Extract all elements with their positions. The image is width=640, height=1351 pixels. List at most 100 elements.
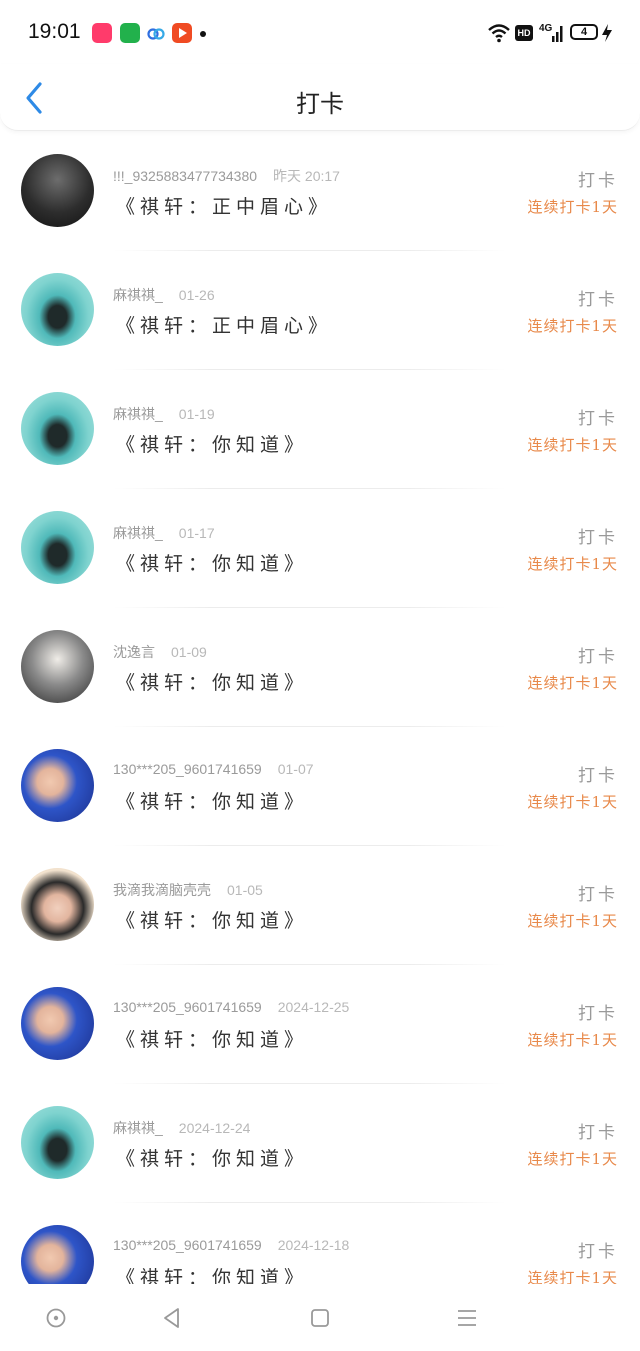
- signal-icon: [552, 26, 563, 42]
- streak-text: 连续打卡1天: [527, 198, 618, 216]
- wechat-pay-icon: [120, 23, 140, 43]
- user-name[interactable]: 沈逸言 01-09: [113, 642, 207, 662]
- checkin-label: 打卡: [578, 885, 618, 905]
- streak-text: 连续打卡1天: [527, 436, 618, 454]
- avatar[interactable]: [21, 1106, 94, 1179]
- avatar[interactable]: [21, 630, 94, 703]
- checkin-row[interactable]: 沈逸言 01-09 《祺轩：你知道》 打卡 连续打卡1天: [0, 608, 640, 727]
- checkin-row[interactable]: 麻祺祺_ 2024-12-24 《祺轩：你知道》 打卡连续打卡1天: [0, 1084, 640, 1203]
- checkin-date: 2024-12-25: [277, 999, 350, 1015]
- checkin-row[interactable]: 麻祺祺_ 01-26 《祺轩：正中眉心》 打卡连续打卡1天: [0, 251, 640, 370]
- checkin-date: 01-19: [178, 406, 215, 422]
- checkin-row[interactable]: 130***205_9601741659 2024-12-18 《祺轩：你知道》 打卡…: [0, 1203, 640, 1284]
- checkin-row[interactable]: 麻祺祺_ 01-17 《祺轩：你知道》 打卡连续打卡1天: [0, 489, 640, 608]
- streak-text: 连续打卡1天: [527, 317, 618, 335]
- user-name-text: 麻祺祺_: [113, 1120, 163, 1136]
- top-nav: 打卡: [0, 64, 640, 131]
- checkin-label: 打卡: [578, 1004, 618, 1024]
- checkin-content: 《祺轩：你知道》: [116, 791, 309, 813]
- wifi-icon: [488, 24, 510, 43]
- checkin-row[interactable]: !!!_9325883477734380 昨天 20:17 《祺轩：正中眉心》 打卡连…: [0, 132, 640, 251]
- system-nav-bar: [0, 1284, 640, 1351]
- avatar[interactable]: [21, 868, 94, 941]
- checkin-label: 打卡: [578, 171, 618, 191]
- checkin-date: 2024-12-24: [178, 1120, 251, 1136]
- user-name[interactable]: 麻祺祺_ 01-26: [113, 285, 215, 305]
- checkin-label: 打卡: [578, 528, 618, 548]
- assistant-icon[interactable]: [44, 1306, 68, 1330]
- avatar[interactable]: [21, 749, 94, 822]
- network-type: 4G: [539, 23, 553, 34]
- checkin-content: 《祺轩：你知道》: [116, 1029, 309, 1051]
- checkin-content: 《祺轩：你知道》: [116, 1267, 309, 1284]
- avatar[interactable]: [21, 987, 94, 1060]
- checkin-content: 《祺轩：你知道》: [116, 910, 309, 932]
- avatar[interactable]: [21, 273, 94, 346]
- checkin-date: 01-05: [227, 882, 263, 898]
- user-name-text: 130***205_9601741659: [113, 1237, 262, 1253]
- checkin-label: 打卡: [578, 1242, 618, 1262]
- user-name[interactable]: 麻祺祺_ 01-19: [113, 404, 215, 424]
- status-time: 19:01: [28, 20, 81, 43]
- avatar[interactable]: [21, 511, 94, 584]
- checkin-date: 昨天 20:17: [273, 168, 340, 184]
- avatar[interactable]: [21, 1225, 94, 1284]
- user-name-text: 我滴我滴脑壳壳: [113, 882, 211, 898]
- battery-icon: 4: [570, 24, 598, 40]
- checkin-content: 《祺轩：你知道》: [116, 434, 309, 456]
- checkin-label: 打卡: [578, 290, 618, 310]
- video-app-icon: [172, 23, 192, 43]
- checkin-content: 《祺轩：你知道》: [116, 553, 309, 575]
- checkin-label: 打卡: [578, 766, 618, 786]
- hd-icon: HD: [515, 25, 533, 41]
- baidu-netdisk-icon: [146, 23, 166, 43]
- avatar[interactable]: [21, 154, 94, 227]
- user-name-text: 130***205_9601741659: [113, 761, 262, 777]
- checkin-date: 01-07: [277, 761, 314, 777]
- checkin-date: 01-17: [178, 525, 215, 541]
- user-name[interactable]: 130***205_9601741659 2024-12-18: [113, 1237, 349, 1253]
- shopping-app-icon: [92, 23, 112, 43]
- streak-text: 连续打卡1天: [527, 1269, 618, 1284]
- checkin-label: 打卡: [578, 1123, 618, 1143]
- streak-text: 连续打卡1天: [527, 793, 618, 811]
- checkin-date: 01-26: [178, 287, 215, 303]
- checkin-date: 2024-12-18: [277, 1237, 350, 1253]
- back-nav-icon[interactable]: [160, 1306, 184, 1330]
- streak-text: 连续打卡1天: [527, 1150, 618, 1168]
- user-name[interactable]: 130***205_9601741659 2024-12-25: [113, 999, 349, 1015]
- checkin-content: 《祺轩：你知道》: [116, 1148, 309, 1170]
- avatar[interactable]: [21, 392, 94, 465]
- checkin-list[interactable]: !!!_9325883477734380 昨天 20:17 《祺轩：正中眉心》 打卡连…: [0, 132, 640, 1284]
- user-name-text: !!!_9325883477734380: [113, 168, 258, 184]
- user-name-text: 麻祺祺_: [113, 525, 163, 541]
- user-name[interactable]: 麻祺祺_ 2024-12-24: [113, 1118, 250, 1138]
- checkin-row[interactable]: 我滴我滴脑壳壳 01-05 《祺轩：你知道》 打卡连续打卡1天: [0, 846, 640, 965]
- streak-text: 连续打卡1天: [527, 1031, 618, 1049]
- user-name[interactable]: !!!_9325883477734380 昨天 20:17: [113, 166, 340, 186]
- streak-text: 连续打卡1天: [527, 912, 618, 930]
- checkin-date: 01-09: [171, 644, 207, 660]
- checkin-content: 《祺轩：正中眉心》: [116, 315, 333, 337]
- user-name[interactable]: 130***205_9601741659 01-07: [113, 761, 314, 777]
- checkin-row[interactable]: 130***205_9601741659 01-07 《祺轩：你知道》 打卡连续打卡1…: [0, 727, 640, 846]
- streak-text: 连续打卡1天: [527, 674, 618, 692]
- status-bar: 19:01 HD 4G 4: [0, 0, 640, 64]
- menu-nav-icon[interactable]: [455, 1306, 479, 1330]
- user-name[interactable]: 我滴我滴脑壳壳 01-05: [113, 880, 263, 900]
- checkin-content: 《祺轩：正中眉心》: [116, 196, 333, 218]
- checkin-row[interactable]: 麻祺祺_ 01-19 《祺轩：你知道》 打卡连续打卡1天: [0, 370, 640, 489]
- home-nav-icon[interactable]: [308, 1306, 332, 1330]
- user-name-text: 麻祺祺_: [113, 406, 163, 422]
- streak-text: 连续打卡1天: [527, 555, 618, 573]
- page-title: 打卡: [296, 90, 344, 118]
- checkin-label: 打卡: [578, 409, 618, 429]
- user-name-text: 130***205_9601741659: [113, 999, 262, 1015]
- checkin-row[interactable]: 130***205_9601741659 2024-12-25 《祺轩：你知道》 打卡…: [0, 965, 640, 1084]
- notification-dot: [200, 31, 206, 37]
- user-name-text: 沈逸言: [113, 644, 155, 660]
- user-name-text: 麻祺祺_: [113, 287, 163, 303]
- user-name[interactable]: 麻祺祺_ 01-17: [113, 523, 215, 543]
- charging-icon: [602, 24, 612, 42]
- checkin-label: 打卡: [578, 647, 618, 667]
